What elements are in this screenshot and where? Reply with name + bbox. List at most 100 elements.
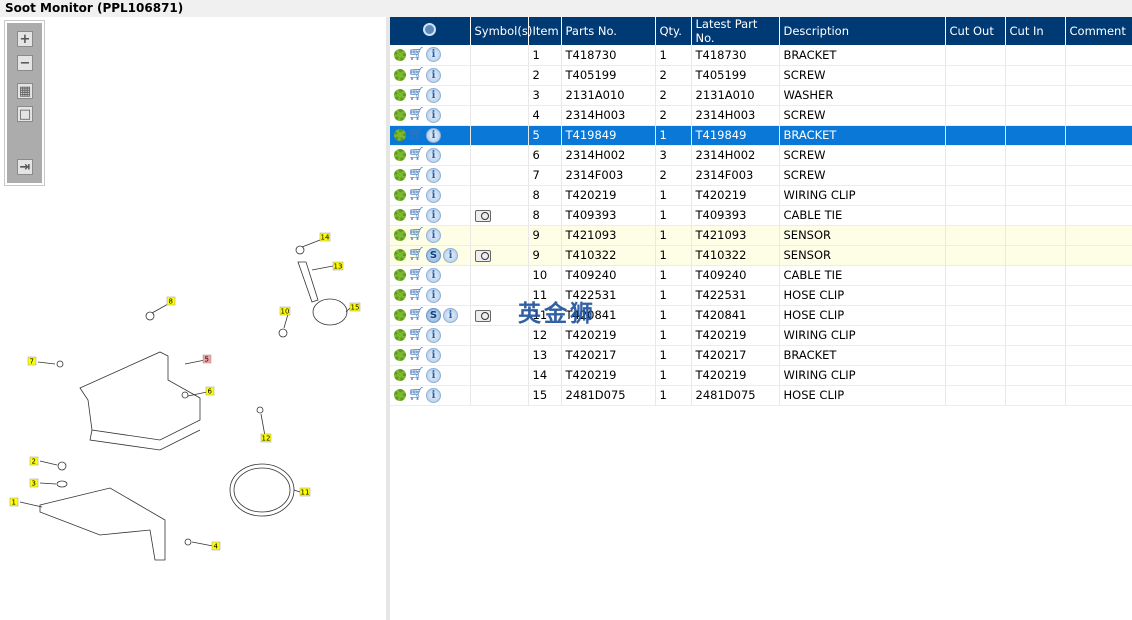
info-icon[interactable]: i — [426, 47, 441, 63]
cart-icon[interactable]: 🛒︎ — [408, 308, 425, 321]
fit-all-button[interactable]: ▦ — [17, 83, 33, 99]
gear-icon[interactable] — [394, 89, 406, 101]
show-list-button[interactable]: ⇥ — [17, 159, 33, 175]
gear-icon[interactable] — [394, 249, 406, 261]
info-icon[interactable]: i — [426, 87, 441, 103]
cart-icon[interactable]: 🛒︎ — [408, 268, 425, 281]
table-row[interactable]: 🛒︎ i 14 T420219 1 T420219 WIRING CLIP — [390, 365, 1132, 386]
info-icon[interactable]: i — [426, 147, 441, 163]
exploded-diagram[interactable]: 1 2 3 4 5 6 7 8 10 11 12 13 14 15 — [0, 17, 386, 620]
cart-icon[interactable]: 🛒︎ — [408, 48, 425, 61]
search-icon[interactable] — [423, 23, 437, 36]
gear-icon[interactable] — [394, 109, 406, 121]
column-header[interactable]: Parts No. — [561, 17, 656, 45]
table-row[interactable]: 🛒︎ i 7 2314F003 2 2314F003 SCREW — [390, 165, 1132, 186]
table-row[interactable]: 🛒︎ i 6 2314H002 3 2314H002 SCREW — [390, 145, 1132, 166]
gear-icon[interactable] — [394, 129, 406, 141]
cart-icon[interactable]: 🛒︎ — [408, 328, 425, 341]
supersession-icon[interactable]: S — [426, 307, 441, 323]
cart-icon[interactable]: 🛒︎ — [408, 228, 425, 241]
column-header[interactable]: Comment — [1065, 17, 1132, 45]
table-row[interactable]: 🛒︎ i 13 T420217 1 T420217 BRACKET — [390, 345, 1132, 366]
cart-icon[interactable]: 🛒︎ — [408, 368, 425, 381]
table-row[interactable]: 🛒︎ Si 9 T410322 1 T410322 SENSOR — [390, 245, 1132, 266]
info-icon[interactable]: i — [443, 247, 458, 263]
cart-icon[interactable]: 🛒︎ — [408, 348, 425, 361]
cart-icon[interactable]: 🛒︎ — [408, 208, 425, 221]
info-icon[interactable]: i — [426, 347, 441, 363]
cart-icon[interactable]: 🛒︎ — [408, 68, 425, 81]
cart-icon[interactable]: 🛒︎ — [408, 388, 425, 401]
gear-icon[interactable] — [394, 349, 406, 361]
part-number-cell: 2314F003 — [561, 165, 656, 186]
cart-icon[interactable]: 🛒︎ — [408, 248, 425, 261]
info-icon[interactable]: i — [426, 107, 441, 123]
callout-6: 6 — [205, 386, 215, 396]
table-row[interactable]: 🛒︎ i 5 T419849 1 T419849 BRACKET — [390, 125, 1132, 146]
table-row[interactable]: 🛒︎ i 11 T422531 1 T422531 HOSE CLIP — [390, 285, 1132, 306]
actual-size-button[interactable]: □ — [17, 106, 33, 122]
gear-icon[interactable] — [394, 149, 406, 161]
supersession-icon[interactable]: S — [426, 247, 441, 263]
qty-cell: 1 — [655, 45, 692, 66]
gear-icon[interactable] — [394, 229, 406, 241]
book-icon[interactable] — [474, 249, 491, 262]
gear-icon[interactable] — [394, 369, 406, 381]
table-row[interactable]: 🛒︎ i 9 T421093 1 T421093 SENSOR — [390, 225, 1132, 246]
info-icon[interactable]: i — [426, 387, 441, 403]
gear-icon[interactable] — [394, 169, 406, 181]
book-icon[interactable] — [474, 309, 491, 322]
column-header[interactable]: Cut In — [1005, 17, 1066, 45]
gear-icon[interactable] — [394, 189, 406, 201]
gear-icon[interactable] — [394, 69, 406, 81]
table-row[interactable]: 🛒︎ i 10 T409240 1 T409240 CABLE TIE — [390, 265, 1132, 286]
column-header[interactable]: Qty. — [655, 17, 692, 45]
info-icon[interactable]: i — [426, 207, 441, 223]
cut-in-cell — [1005, 245, 1066, 266]
cart-icon[interactable]: 🛒︎ — [408, 188, 425, 201]
gear-icon[interactable] — [394, 48, 406, 61]
gear-icon[interactable] — [394, 289, 406, 301]
info-icon[interactable]: i — [426, 127, 441, 143]
cart-icon[interactable]: 🛒︎ — [408, 128, 425, 141]
table-row[interactable]: 🛒︎ i 8 T420219 1 T420219 WIRING CLIP — [390, 185, 1132, 206]
cart-icon[interactable]: 🛒︎ — [408, 288, 425, 301]
column-header-search[interactable] — [390, 17, 471, 45]
cart-icon[interactable]: 🛒︎ — [408, 148, 425, 161]
gear-icon[interactable] — [394, 269, 406, 281]
table-row[interactable]: 🛒︎ i 3 2131A010 2 2131A010 WASHER — [390, 85, 1132, 106]
qty-cell: 1 — [655, 225, 692, 246]
zoom-out-button[interactable]: − — [17, 55, 33, 71]
info-icon[interactable]: i — [426, 267, 441, 283]
info-icon[interactable]: i — [426, 287, 441, 303]
info-icon[interactable]: i — [426, 367, 441, 383]
info-icon[interactable]: i — [426, 327, 441, 343]
info-icon[interactable]: i — [426, 67, 441, 83]
info-icon[interactable]: i — [426, 167, 441, 183]
latest-part-cell: T420841 — [691, 305, 780, 326]
column-header[interactable]: Symbol(s) — [470, 17, 532, 45]
table-row[interactable]: 🛒︎ i 8 T409393 1 T409393 CABLE TIE — [390, 205, 1132, 226]
table-row[interactable]: 🛒︎ i 15 2481D075 1 2481D075 HOSE CLIP — [390, 385, 1132, 406]
zoom-in-button[interactable]: + — [17, 31, 33, 47]
cart-icon[interactable]: 🛒︎ — [408, 168, 425, 181]
cart-icon[interactable]: 🛒︎ — [408, 88, 425, 101]
info-icon[interactable]: i — [443, 307, 458, 323]
table-row[interactable]: 🛒︎ i 4 2314H003 2 2314H003 SCREW — [390, 105, 1132, 126]
gear-icon[interactable] — [394, 309, 406, 321]
gear-icon[interactable] — [394, 389, 406, 401]
cart-icon[interactable]: 🛒︎ — [408, 108, 425, 121]
column-header[interactable]: Latest Part No. — [691, 17, 780, 45]
table-row[interactable]: 🛒︎ Si 11 T420841 1 T420841 HOSE CLIP — [390, 305, 1132, 326]
column-header[interactable]: Item — [528, 17, 562, 45]
table-row[interactable]: 🛒︎ i 1 T418730 1 T418730 BRACKET — [390, 45, 1132, 66]
info-icon[interactable]: i — [426, 227, 441, 243]
gear-icon[interactable] — [394, 209, 406, 221]
column-header[interactable]: Description — [779, 17, 946, 45]
info-icon[interactable]: i — [426, 187, 441, 203]
table-row[interactable]: 🛒︎ i 12 T420219 1 T420219 WIRING CLIP — [390, 325, 1132, 346]
table-row[interactable]: 🛒︎ i 2 T405199 2 T405199 SCREW — [390, 65, 1132, 86]
book-icon[interactable] — [474, 209, 491, 222]
column-header[interactable]: Cut Out — [945, 17, 1006, 45]
gear-icon[interactable] — [394, 329, 406, 341]
